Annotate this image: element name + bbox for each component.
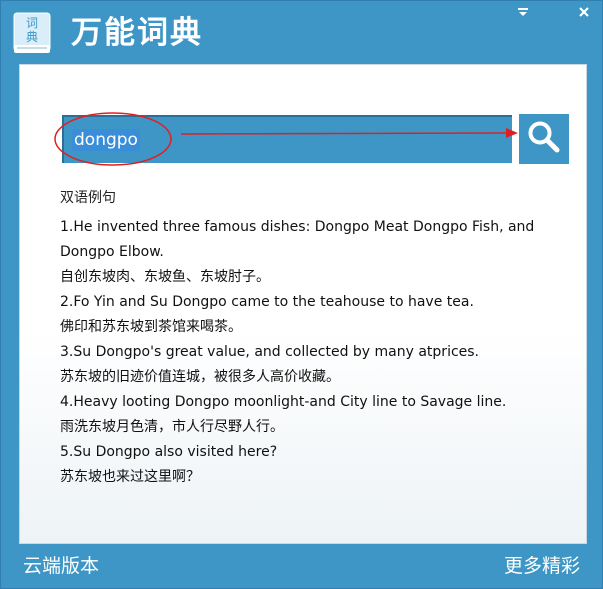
example-line: 苏东坡的旧迹价值连城，被很多人高价收藏。 xyxy=(60,369,340,385)
close-icon xyxy=(578,6,590,18)
example-line: 佛印和苏东坡到茶馆来喝茶。 xyxy=(60,319,242,335)
minimize-button[interactable] xyxy=(508,1,538,23)
example-line: 雨洗东坡月色清，市人行尽野人行。 xyxy=(60,419,284,435)
examples-list: 1.He invented three famous dishes: Dongp… xyxy=(60,215,560,490)
bilingual-examples-title: 双语例句 xyxy=(60,190,116,206)
search-button[interactable] xyxy=(519,114,569,164)
example-line: 4.Heavy looting Dongpo moonlight-and Cit… xyxy=(60,394,507,410)
minimize-icon xyxy=(517,7,529,17)
example-line: 自创东坡肉、东坡鱼、东坡肘子。 xyxy=(60,269,270,285)
example-line: 2.Fo Yin and Su Dongpo came to the teaho… xyxy=(60,294,474,310)
content-panel: dongpo 双语例句 1.He invented three famous d… xyxy=(19,64,587,544)
example-line: 1.He invented three famous dishes: Dongp… xyxy=(60,219,535,260)
dictionary-book-icon: 词 典 xyxy=(11,11,53,55)
search-box[interactable]: dongpo xyxy=(62,115,512,163)
example-line: 5.Su Dongpo also visited here? xyxy=(60,444,278,460)
icon-char-2: 典 xyxy=(26,30,38,44)
app-title: 万能词典 xyxy=(71,15,203,51)
close-button[interactable] xyxy=(569,1,599,23)
search-input-value[interactable]: dongpo xyxy=(72,129,140,151)
app-window: 词 典 万能词典 dongpo 双语例句 1.He invented three… xyxy=(0,0,603,589)
search-icon xyxy=(526,119,562,159)
example-line: 苏东坡也来过这里啊？ xyxy=(60,469,200,485)
icon-char-1: 词 xyxy=(26,16,38,30)
more-highlights-link[interactable]: 更多精彩 xyxy=(504,553,580,579)
cloud-version-link[interactable]: 云端版本 xyxy=(23,553,99,579)
example-line: 3.Su Dongpo's great value, and collected… xyxy=(60,344,480,360)
